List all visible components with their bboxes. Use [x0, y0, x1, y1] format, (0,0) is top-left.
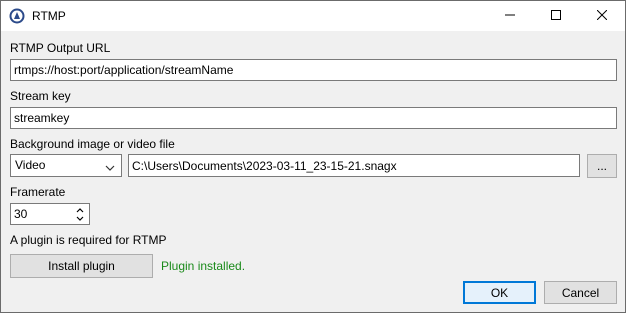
chevron-down-icon: [105, 161, 115, 175]
stream-key-value: streamkey: [14, 111, 70, 125]
close-button[interactable]: [579, 1, 625, 31]
cancel-button[interactable]: Cancel: [544, 281, 617, 304]
minimize-button[interactable]: [487, 1, 533, 31]
install-plugin-label: Install plugin: [48, 259, 115, 273]
stream-key-label: Stream key: [10, 89, 71, 103]
ok-button[interactable]: OK: [463, 281, 536, 304]
cancel-button-label: Cancel: [561, 285, 600, 300]
plugin-status-text: Plugin installed.: [161, 259, 246, 273]
maximize-button[interactable]: [533, 1, 579, 31]
window-title: RTMP: [32, 9, 66, 23]
close-icon: [596, 9, 608, 23]
plugin-notice: A plugin is required for RTMP: [10, 233, 167, 247]
background-type-select[interactable]: Video: [10, 154, 122, 177]
background-type-value: Video: [15, 158, 46, 172]
url-label: RTMP Output URL: [10, 41, 111, 55]
background-path-value: C:\Users\Documents\2023-03-11_23-15-21.s…: [132, 158, 397, 173]
background-path-input[interactable]: C:\Users\Documents\2023-03-11_23-15-21.s…: [128, 154, 580, 177]
install-plugin-button[interactable]: Install plugin: [10, 254, 153, 278]
url-input-value: rtmps://host:port/application/streamName: [14, 63, 234, 77]
stream-key-input[interactable]: streamkey: [10, 107, 617, 129]
rtmp-dialog: RTMP RTMP Output URL rtmps://host:port/a…: [0, 0, 626, 313]
ok-button-label: OK: [490, 285, 509, 300]
spinner-arrows-icon[interactable]: [75, 206, 85, 223]
background-label: Background image or video file: [10, 137, 175, 151]
minimize-icon: [505, 9, 515, 23]
framerate-label: Framerate: [10, 185, 66, 199]
title-bar: RTMP: [1, 1, 625, 31]
browse-button[interactable]: ...: [587, 154, 617, 178]
framerate-value: 30: [14, 207, 28, 221]
app-logo-icon: [9, 8, 25, 24]
maximize-icon: [551, 9, 561, 23]
browse-button-label: ...: [596, 159, 607, 173]
url-input[interactable]: rtmps://host:port/application/streamName: [10, 59, 617, 81]
framerate-stepper[interactable]: 30: [10, 203, 90, 225]
